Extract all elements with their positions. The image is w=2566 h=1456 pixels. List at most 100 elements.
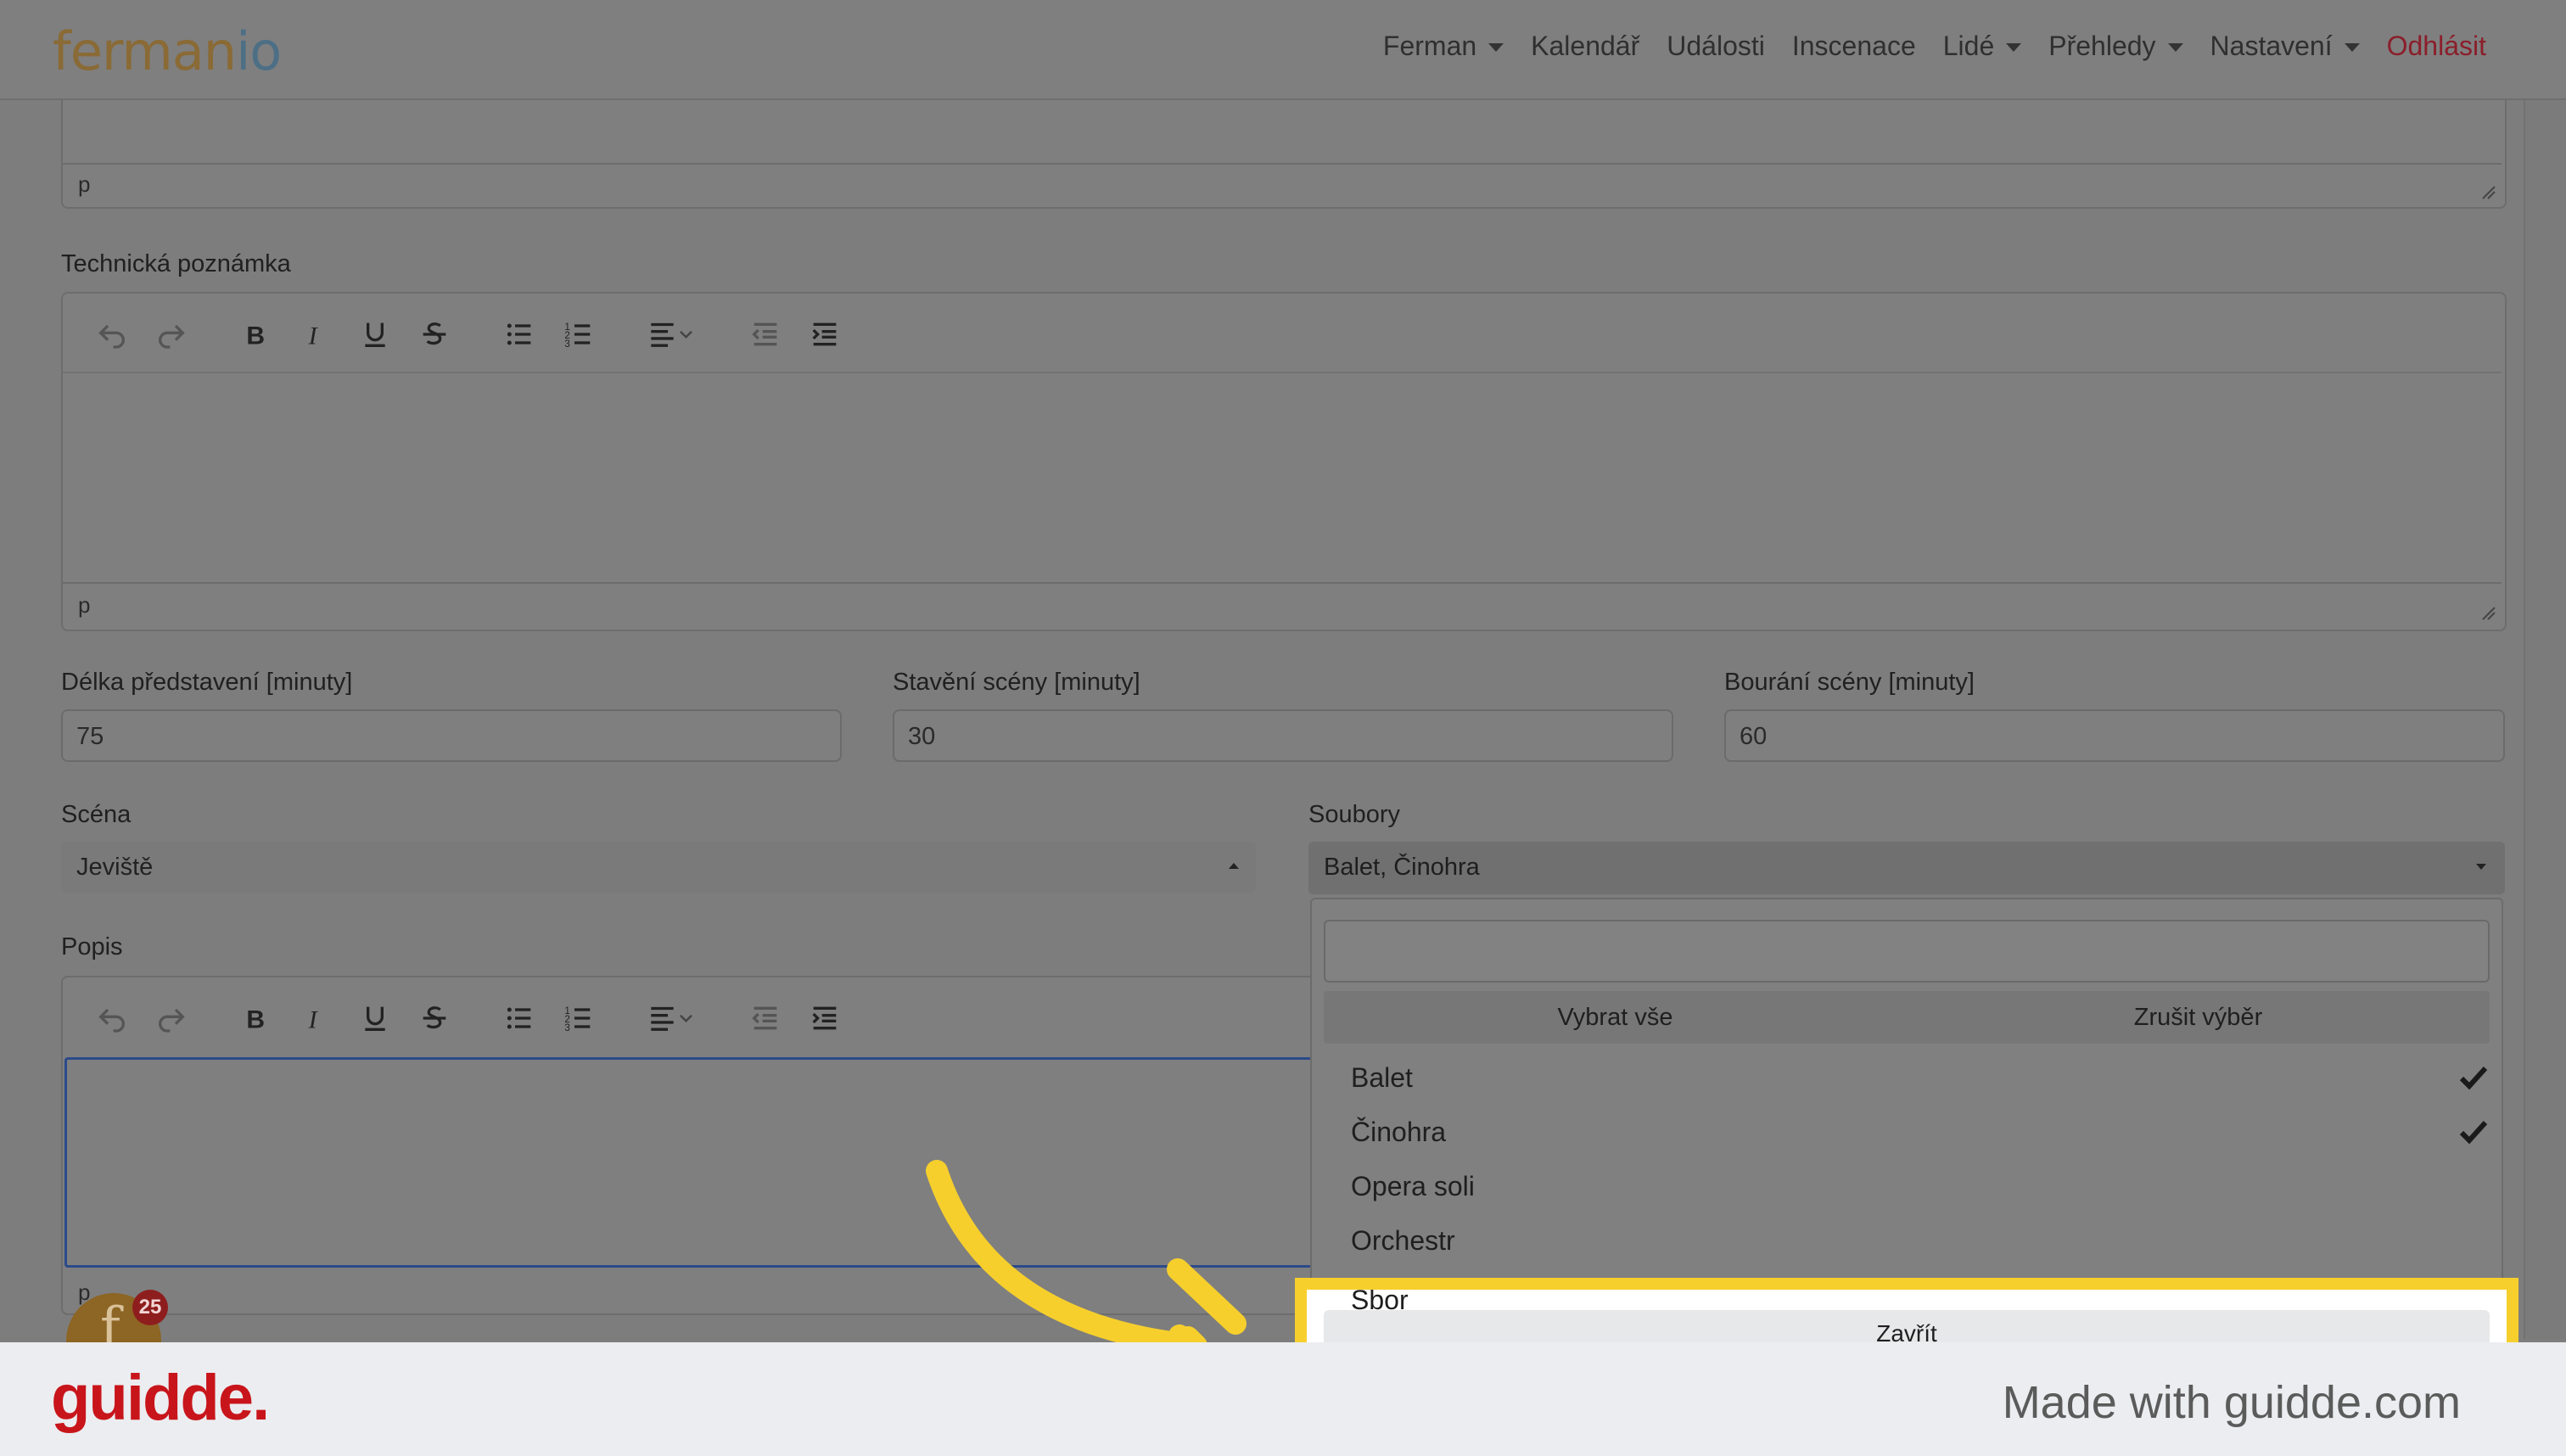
- svg-text:3: 3: [564, 1022, 569, 1033]
- svg-text:B: B: [246, 322, 265, 350]
- nav-prehledy[interactable]: Přehledy: [2048, 31, 2183, 62]
- indent-button[interactable]: [799, 309, 850, 360]
- svg-text:I: I: [308, 322, 319, 350]
- outdent-icon: [752, 322, 777, 346]
- svg-text:3: 3: [564, 339, 569, 350]
- tech-note-status-path: p: [78, 592, 91, 618]
- nav-kalendar[interactable]: Kalendář: [1531, 31, 1639, 62]
- bullet-list-button[interactable]: [494, 993, 545, 1044]
- strikethrough-button[interactable]: [409, 309, 460, 360]
- option-label: Sbor: [1351, 1290, 1409, 1310]
- checkmark-icon: [2459, 1120, 2488, 1145]
- notification-badge: 25: [132, 1290, 168, 1325]
- fermanio-logo[interactable]: fermanio: [53, 20, 282, 82]
- nav-udalosti[interactable]: Události: [1667, 31, 1765, 62]
- bullet-list-button[interactable]: [494, 309, 545, 360]
- align-dropdown[interactable]: [638, 309, 706, 360]
- setup-input[interactable]: 30: [893, 709, 1673, 762]
- outdent-button[interactable]: [740, 993, 791, 1044]
- ensembles-select-value: Balet, Činohra: [1324, 854, 1480, 881]
- underline-icon: [365, 1006, 385, 1031]
- ensembles-label: Soubory: [1308, 801, 1401, 828]
- previous-editor[interactable]: [61, 100, 2507, 209]
- undo-button[interactable]: [87, 993, 137, 1044]
- made-with-text: Made with guidde.com: [2002, 1377, 2461, 1428]
- align-icon: [651, 1006, 692, 1031]
- dropdown-option-opera-soli[interactable]: Opera soli: [1351, 1168, 2488, 1205]
- caret-down-icon: [2476, 864, 2486, 870]
- strikethrough-icon: [423, 322, 446, 345]
- resize-handle-icon[interactable]: [2479, 183, 2496, 200]
- scene-select-value: Jeviště: [76, 854, 154, 881]
- undo-button[interactable]: [87, 309, 137, 360]
- scene-label: Scéna: [61, 801, 132, 828]
- logout-link[interactable]: Odhlásit: [2387, 31, 2486, 62]
- main-menu: Ferman Kalendář Události Inscenace Lidé …: [1383, 31, 2486, 62]
- dropdown-option-balet[interactable]: Balet: [1351, 1059, 2488, 1096]
- deselect-all-button[interactable]: Zrušit výběr: [1907, 991, 2490, 1044]
- caret-down-icon: [2344, 42, 2360, 52]
- caret-down-icon: [2167, 42, 2183, 52]
- italic-button[interactable]: I: [290, 309, 341, 360]
- bold-button[interactable]: B: [231, 309, 282, 360]
- option-label: Opera soli: [1351, 1170, 1475, 1201]
- italic-icon: I: [308, 1006, 319, 1034]
- outdent-button[interactable]: [740, 309, 791, 360]
- bullet-list-icon: [507, 1007, 531, 1029]
- editor-divider: [63, 582, 2502, 584]
- underline-button[interactable]: [350, 993, 401, 1044]
- nav-ferman[interactable]: Ferman: [1383, 31, 1504, 62]
- bullet-list-icon: [507, 323, 531, 345]
- align-icon: [651, 322, 692, 347]
- setup-label: Stavění scény [minuty]: [893, 669, 1140, 696]
- option-label: Orchestr: [1351, 1224, 1455, 1256]
- resize-handle-icon[interactable]: [2479, 604, 2496, 621]
- numbered-list-button[interactable]: 123: [553, 993, 604, 1044]
- page-scrollbar[interactable]: [2524, 100, 2566, 1339]
- select-all-button[interactable]: Vybrat vše: [1324, 991, 1907, 1044]
- option-label: Činohra: [1351, 1116, 1447, 1147]
- undo-icon: [98, 1008, 125, 1033]
- redo-icon: [159, 324, 185, 349]
- nav-nastaveni[interactable]: Nastavení: [2210, 31, 2360, 62]
- checkmark-icon: [2459, 1066, 2488, 1090]
- tech-note-content[interactable]: [63, 373, 2502, 582]
- italic-icon: I: [308, 322, 319, 350]
- ensembles-select[interactable]: [1308, 842, 2505, 894]
- redo-button[interactable]: [146, 993, 197, 1044]
- editor-divider: [63, 163, 2502, 165]
- tech-note-toolbar: B I 123: [87, 309, 859, 360]
- teardown-label: Bourání scény [minuty]: [1724, 669, 1975, 696]
- editor-status-path: p: [78, 171, 91, 197]
- nav-inscenace[interactable]: Inscenace: [1792, 31, 1916, 62]
- duration-input[interactable]: 75: [61, 709, 842, 762]
- scene-select[interactable]: [61, 842, 1256, 893]
- dropdown-option-cinohra[interactable]: Činohra: [1351, 1113, 2488, 1151]
- teardown-input[interactable]: 60: [1724, 709, 2505, 762]
- redo-icon: [159, 1008, 185, 1033]
- caret-up-icon: [1229, 863, 1239, 869]
- duration-label: Délka představení [minuty]: [61, 669, 353, 696]
- underline-icon: [365, 322, 385, 347]
- redo-button[interactable]: [146, 309, 197, 360]
- option-label: Balet: [1351, 1061, 1413, 1093]
- numbered-list-icon: 123: [564, 322, 591, 350]
- guidde-logo[interactable]: guidde.: [51, 1361, 270, 1435]
- strikethrough-icon: [423, 1006, 446, 1029]
- bold-button[interactable]: B: [231, 993, 282, 1044]
- caret-down-icon: [2006, 42, 2022, 52]
- align-dropdown[interactable]: [638, 993, 706, 1044]
- indent-button[interactable]: [799, 993, 850, 1044]
- strikethrough-button[interactable]: [409, 993, 460, 1044]
- indent-icon: [812, 322, 837, 346]
- bold-icon: B: [246, 1006, 265, 1034]
- numbered-list-button[interactable]: 123: [553, 309, 604, 360]
- undo-icon: [98, 324, 125, 349]
- dropdown-option-sbor[interactable]: Sbor: [1307, 1290, 2507, 1310]
- dropdown-option-orchestr[interactable]: Orchestr: [1351, 1222, 2488, 1259]
- underline-button[interactable]: [350, 309, 401, 360]
- dropdown-search-input[interactable]: [1324, 920, 2490, 983]
- nav-lide[interactable]: Lidé: [1943, 31, 2022, 62]
- italic-button[interactable]: I: [290, 993, 341, 1044]
- indent-icon: [812, 1006, 837, 1030]
